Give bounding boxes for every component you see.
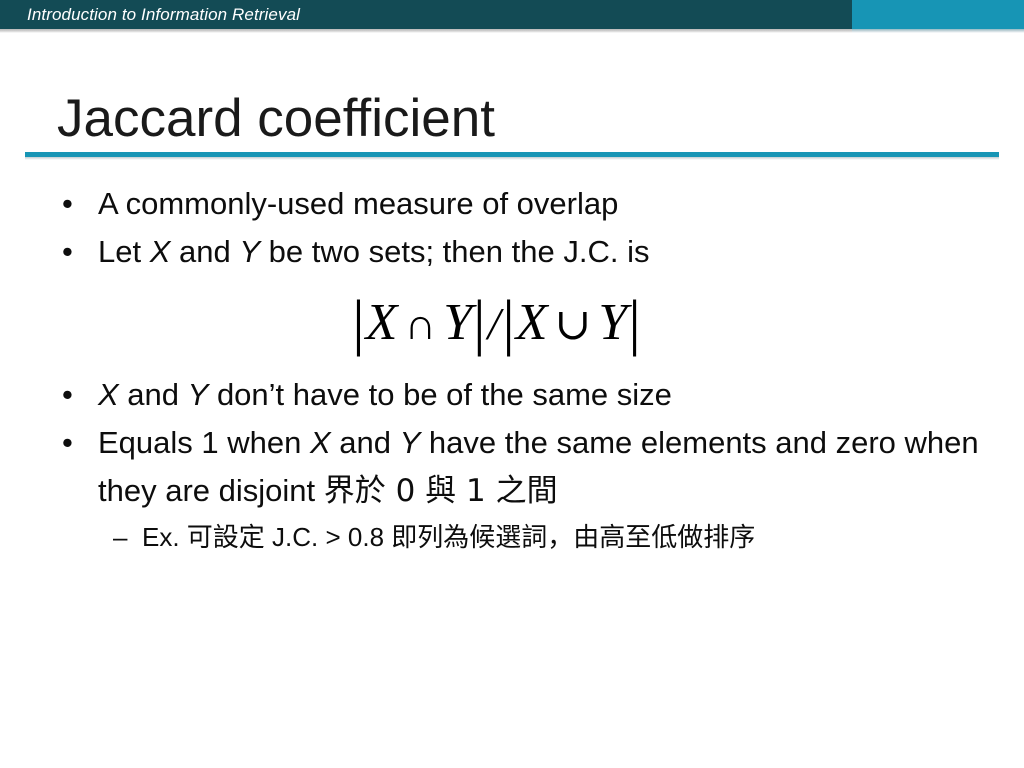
bullet-marker: • — [62, 234, 73, 269]
math-variable-y: Y — [239, 234, 261, 269]
header-title: Introduction to Information Retrieval — [27, 5, 301, 24]
list-item-text-pre: Equals 1 when — [98, 425, 310, 460]
sub-list-item: – Ex. 可設定 J.C. > 0.8 即列為候選詞，由高至低做排序 — [0, 515, 1024, 560]
list-item-text-pre: Let — [98, 234, 150, 269]
dash-marker: – — [113, 522, 128, 552]
list-item-text: A commonly-used measure of overlap — [98, 186, 619, 221]
list-item-text-cjk: 界於 0 與 1 之間 — [323, 473, 558, 509]
intersection-operator: ∩ — [404, 300, 438, 349]
abs-bar-open-1: | — [352, 289, 366, 357]
bullet-marker: • — [62, 425, 73, 460]
list-item: • X and Y don’t have to be of the same s… — [0, 371, 1024, 419]
abs-bar-open-2: | — [502, 289, 516, 357]
sub-list-item-mid: J.C. > 0.8 — [264, 522, 392, 552]
list-item-text-post: don’t have to be of the same size — [208, 377, 672, 412]
math-variable-y: Y — [187, 377, 209, 412]
math-variable-x: X — [515, 294, 549, 351]
list-item: • Let X and Y be two sets; then the J.C.… — [0, 228, 1024, 276]
abs-bar-close-2: | — [628, 289, 642, 357]
list-item-text-mid: and — [118, 377, 188, 412]
header-accent-block — [852, 0, 1024, 29]
header-shadow-right — [852, 29, 1024, 33]
sub-list-item-cjk-2: 即列為候選詞，由高至低做排序 — [391, 523, 756, 553]
bullet-marker: • — [62, 377, 73, 412]
list-item: • A commonly-used measure of overlap — [0, 180, 1024, 228]
title-divider-shadow — [25, 157, 999, 160]
math-variable-y: Y — [399, 425, 421, 460]
list-item-text-post: be two sets; then the J.C. is — [260, 234, 650, 269]
abs-bar-close-1: | — [473, 289, 487, 357]
math-variable-x: X — [98, 377, 119, 412]
math-variable-x: X — [309, 425, 331, 460]
bullet-marker: • — [62, 186, 73, 221]
math-variable-y: Y — [443, 294, 474, 351]
jaccard-formula: |X ∩ Y|/|X ∪ Y| — [0, 286, 1024, 361]
division-slash: / — [487, 298, 502, 349]
sub-list-item-cjk-1: 可設定 — [186, 523, 265, 553]
list-item: • Equals 1 when X and Y have the same el… — [0, 419, 1024, 515]
sub-list-item-pre: Ex. — [142, 522, 187, 552]
union-operator: ∪ — [554, 300, 593, 349]
slide-body: • A commonly-used measure of overlap • L… — [0, 180, 1024, 560]
math-variable-y: Y — [598, 294, 629, 351]
page-title: Jaccard coefficient — [57, 89, 495, 148]
math-variable-x: X — [149, 234, 171, 269]
list-item-text-mid: and — [170, 234, 240, 269]
math-variable-x: X — [365, 294, 399, 351]
list-item-text-mid: and — [330, 425, 400, 460]
